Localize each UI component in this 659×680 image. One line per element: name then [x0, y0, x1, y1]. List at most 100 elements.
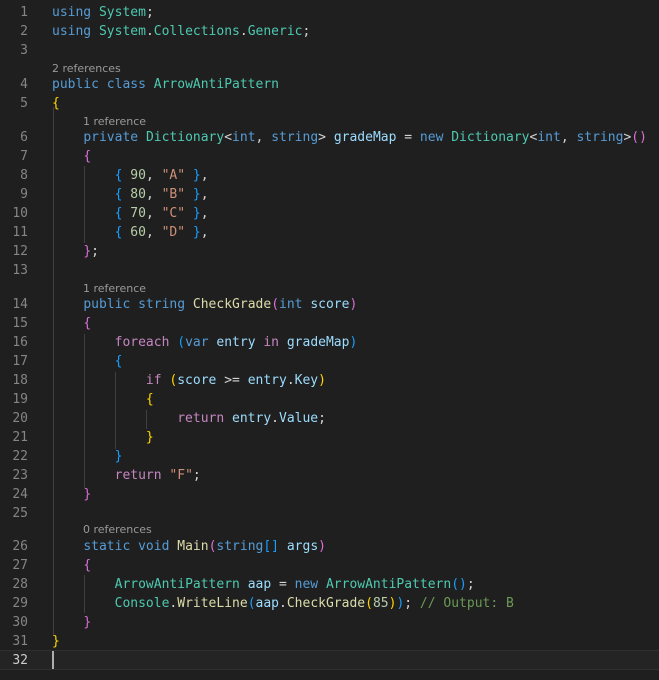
code-token: entry	[232, 411, 272, 426]
line-code[interactable]: static void Main(string[] args)	[52, 537, 326, 556]
code-line[interactable]: 7 {	[0, 147, 659, 166]
codelens-references[interactable]: 0 references	[83, 523, 152, 537]
code-token: ,	[145, 206, 162, 221]
line-number: 8	[20, 168, 28, 183]
code-token: using	[52, 24, 92, 39]
code-token: =	[271, 577, 295, 592]
code-token: return	[177, 411, 225, 426]
code-line[interactable]: 30 }	[0, 613, 659, 632]
code-line[interactable]: 23 return "F";	[0, 466, 659, 485]
code-line[interactable]: 31}	[0, 632, 659, 651]
codelens-references[interactable]: 1 reference	[83, 115, 146, 129]
line-code[interactable]: public class ArrowAntiPattern	[52, 75, 279, 94]
line-number: 22	[12, 449, 28, 464]
line-code[interactable]: };	[52, 242, 99, 261]
line-code[interactable]: }	[52, 613, 91, 632]
line-code[interactable]: }	[52, 485, 91, 504]
code-line[interactable]: 27 {	[0, 556, 659, 575]
line-code[interactable]: return "F";	[52, 466, 201, 485]
code-line[interactable]: 14 public string CheckGrade(int score)	[0, 295, 659, 314]
code-line[interactable]: 18 if (score >= entry.Key)	[0, 371, 659, 390]
code-line[interactable]: 13	[0, 261, 659, 280]
line-number: 25	[12, 506, 28, 521]
code-token: Main	[177, 539, 209, 554]
code-editor[interactable]: 1 using System; 2 using System.Collections…	[0, 0, 659, 680]
line-code[interactable]: { 60, "D" },	[52, 223, 209, 242]
code-token: 60	[130, 225, 146, 240]
line-code[interactable]: public string CheckGrade(int score)	[52, 295, 357, 314]
code-line[interactable]: 12 };	[0, 242, 659, 261]
line-code[interactable]: using System;	[52, 3, 154, 22]
code-line[interactable]: 15 {	[0, 314, 659, 333]
code-line[interactable]: 4 public class ArrowAntiPattern	[0, 75, 659, 94]
line-code[interactable]: }	[52, 632, 60, 651]
code-line[interactable]: 20 return entry.Value;	[0, 409, 659, 428]
code-token: "C"	[161, 206, 186, 221]
line-code[interactable]: { 90, "A" },	[52, 166, 209, 185]
line-code[interactable]: foreach (var entry in gradeMap)	[52, 333, 358, 352]
line-code[interactable]: ArrowAntiPattern aap = new ArrowAntiPatt…	[52, 575, 475, 594]
code-token: Value	[279, 411, 319, 426]
code-line[interactable]: 8 { 90, "A" },	[0, 166, 659, 185]
code-line[interactable]: 19 {	[0, 390, 659, 409]
code-token: ,	[200, 225, 209, 240]
code-token: WriteLine	[177, 596, 248, 611]
code-token: // Output: B	[419, 596, 514, 611]
line-code[interactable]: {	[52, 556, 91, 575]
line-code[interactable]: {	[52, 352, 123, 371]
line-number: 20	[12, 411, 28, 426]
line-number: 7	[20, 149, 28, 164]
code-line[interactable]: 9 { 80, "B" },	[0, 185, 659, 204]
code-token: aap	[255, 596, 280, 611]
code-line[interactable]: 6 private Dictionary<int, string> gradeM…	[0, 128, 659, 147]
code-line[interactable]: 24 }	[0, 485, 659, 504]
code-line[interactable]: 25	[0, 504, 659, 523]
line-code[interactable]: { 70, "C" },	[52, 204, 209, 223]
code-line[interactable]: 26 static void Main(string[] args)	[0, 537, 659, 556]
line-code[interactable]: }	[52, 428, 154, 447]
line-code[interactable]: Console.WriteLine(aap.CheckGrade(85)); /…	[52, 594, 514, 613]
line-code[interactable]: return entry.Value;	[52, 409, 326, 428]
code-line[interactable]: 11 { 60, "D" },	[0, 223, 659, 242]
code-line[interactable]: 29 Console.WriteLine(aap.CheckGrade(85))…	[0, 594, 659, 613]
code-token: "F"	[169, 468, 193, 483]
line-number: 11	[12, 225, 28, 240]
code-token: string	[216, 539, 264, 554]
line-code[interactable]: if (score >= entry.Key)	[52, 371, 326, 390]
code-line[interactable]: 2 using System.Collections.Generic;	[0, 22, 659, 41]
line-code[interactable]: {	[52, 390, 154, 409]
code-token: if	[145, 373, 162, 388]
line-code[interactable]: using System.Collections.Generic;	[52, 22, 310, 41]
code-token: }	[192, 206, 201, 221]
line-code[interactable]: { 80, "B" },	[52, 185, 209, 204]
code-line[interactable]: 21 }	[0, 428, 659, 447]
code-token: {	[83, 558, 92, 573]
code-token: return	[114, 468, 162, 483]
code-line[interactable]: 28 ArrowAntiPattern aap = new ArrowAntiP…	[0, 575, 659, 594]
code-line[interactable]: 22 }	[0, 447, 659, 466]
code-line[interactable]: 1 using System;	[0, 3, 659, 22]
code-token: ArrowAntiPattern	[325, 577, 452, 592]
line-code[interactable]: {	[52, 147, 91, 166]
codelens-references[interactable]: 1 reference	[83, 282, 146, 296]
code-line[interactable]: 17 {	[0, 352, 659, 371]
line-number: 28	[12, 577, 28, 592]
code-token: ;	[404, 596, 420, 611]
line-code[interactable]: {	[52, 314, 91, 333]
line-code[interactable]: private Dictionary<int, string> gradeMap…	[52, 128, 647, 147]
codelens-references[interactable]: 2 references	[52, 62, 121, 76]
code-line[interactable]: 16 foreach (var entry in gradeMap)	[0, 333, 659, 352]
code-line[interactable]: 5{	[0, 94, 659, 113]
code-line[interactable]: 10 { 70, "C" },	[0, 204, 659, 223]
line-code[interactable]: {	[52, 94, 60, 113]
current-line[interactable]: 32	[0, 650, 659, 670]
code-line[interactable]: 3	[0, 41, 659, 60]
line-code[interactable]: }	[52, 447, 123, 466]
